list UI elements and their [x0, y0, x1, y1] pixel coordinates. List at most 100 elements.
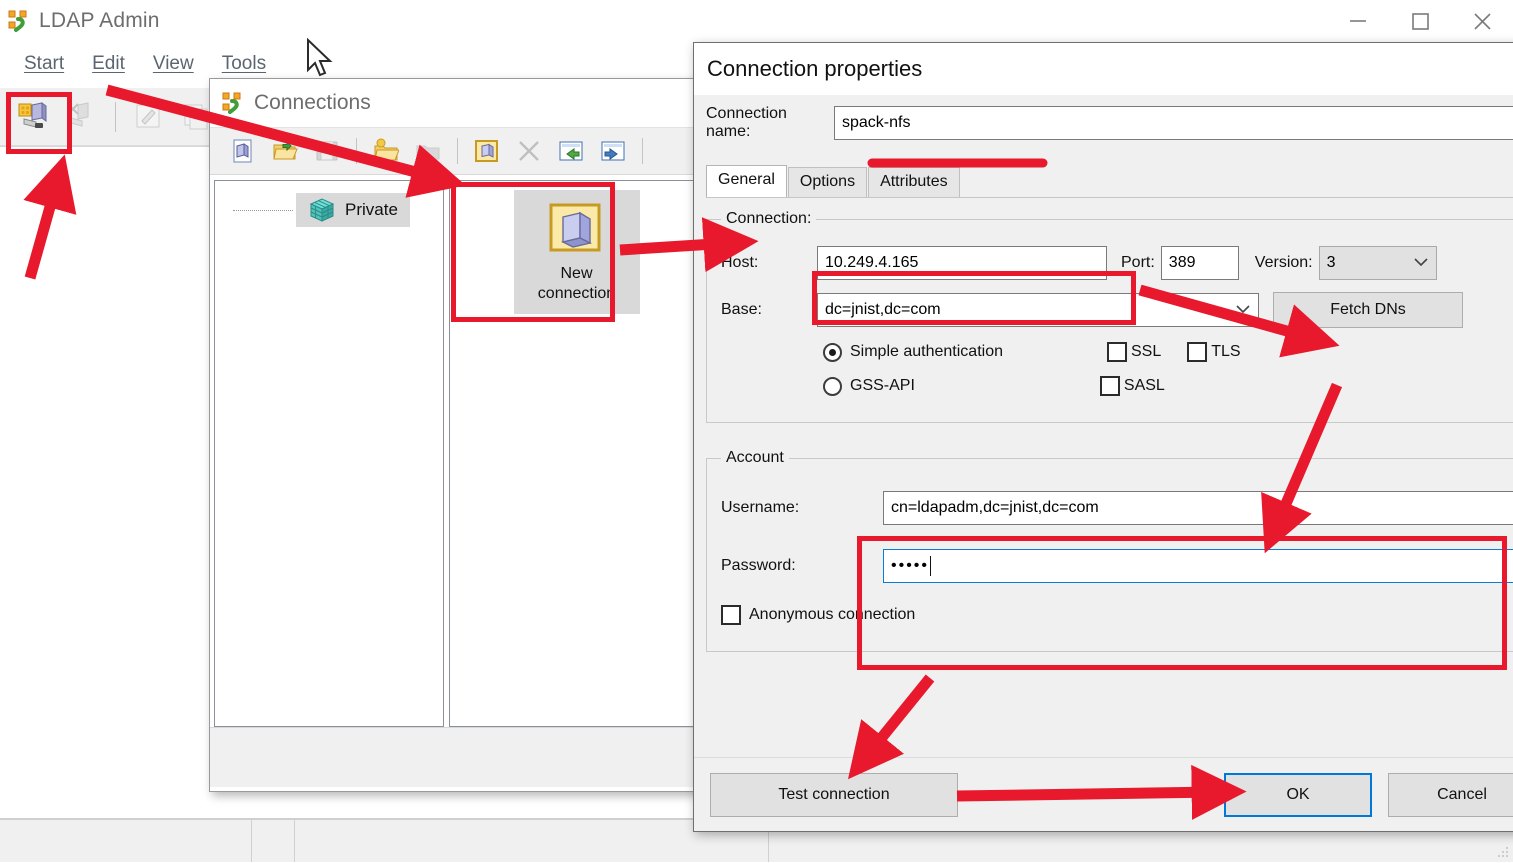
menu-item-view[interactable]: View	[139, 50, 208, 78]
checkbox-ssl-label: SSL	[1130, 343, 1162, 360]
main-titlebar: LDAP Admin	[0, 0, 1513, 42]
version-select-value: 3	[1326, 254, 1336, 271]
port-input[interactable]: 389	[1160, 246, 1239, 280]
list-item-label-line2: connection	[537, 285, 616, 302]
dialog-button-bar: Test connection OK Cancel	[694, 757, 1513, 831]
arrow-left-icon[interactable]	[550, 131, 592, 171]
new-document-icon[interactable]	[222, 131, 264, 171]
checkbox-tls-label: TLS	[1211, 343, 1241, 360]
disconnect-button	[58, 94, 106, 140]
list-item-new-connection[interactable]: New connection	[513, 190, 640, 314]
status-panel-1	[0, 820, 252, 862]
connections-list: New connection	[449, 180, 704, 727]
password-input[interactable]: •••••	[883, 549, 1513, 583]
connection-name-label: Connection name:	[706, 105, 787, 140]
list-item-label-line1: New	[560, 265, 593, 282]
checkbox-tls[interactable]	[1187, 342, 1208, 362]
tab-attributes[interactable]: Attributes	[868, 167, 960, 197]
password-label: Password:	[721, 557, 796, 574]
open-folder-icon[interactable]	[264, 131, 306, 171]
host-input[interactable]: 10.249.4.165	[817, 246, 1107, 280]
radio-gss-api-label: GSS-API	[850, 377, 915, 394]
connections-toolbar-separator-2	[457, 138, 458, 164]
radio-simple-authentication-label: Simple authentication	[850, 343, 1003, 360]
resize-grip-icon[interactable]	[1496, 845, 1510, 859]
fetch-dns-button[interactable]: Fetch DNs	[1273, 292, 1463, 328]
save-disk-icon	[306, 131, 348, 171]
connection-group-legend: Connection:	[726, 210, 812, 227]
list-item-new-connection-label: New connection	[538, 264, 615, 304]
account-group: Account Username: cn=ldapadm,dc=jnist,dc…	[706, 449, 1513, 652]
checkbox-sasl-label: SASL	[1123, 377, 1165, 394]
menu-item-tools-label: Tools	[221, 53, 267, 74]
username-label: Username:	[721, 499, 800, 516]
main-window-title: LDAP Admin	[39, 9, 160, 32]
new-folder-icon[interactable]	[365, 131, 407, 171]
dialog-title: Connection properties	[707, 56, 923, 81]
test-connection-button[interactable]: Test connection	[710, 772, 958, 817]
base-label: Base:	[721, 301, 762, 318]
remove-x-icon	[508, 131, 550, 171]
username-row: Username: cn=ldapadm,dc=jnist,dc=com	[721, 491, 1513, 525]
ok-button[interactable]: OK	[1224, 772, 1372, 817]
connections-window-title: Connections	[254, 91, 371, 114]
arrow-right-icon[interactable]	[592, 131, 634, 171]
tree-node-private[interactable]: Private	[233, 193, 443, 227]
chevron-down-icon	[1413, 254, 1429, 272]
connect-button[interactable]	[10, 94, 58, 140]
checkbox-sasl[interactable]	[1099, 376, 1120, 396]
window-controls	[1327, 0, 1513, 42]
menu-item-edit[interactable]: Edit	[78, 50, 139, 78]
dialog-tabs: General Options Attributes	[694, 163, 1513, 197]
close-button[interactable]	[1451, 0, 1513, 42]
auth-simple-row: Simple authentication SSL TLS	[823, 342, 1513, 362]
minimize-button[interactable]	[1327, 0, 1389, 42]
auth-gssapi-row: GSS-API SASL	[823, 376, 1513, 396]
checkbox-anonymous-connection-label: Anonymous connection	[749, 606, 916, 623]
tree-item-private[interactable]: Private	[296, 193, 410, 227]
tab-options[interactable]: Options	[787, 167, 868, 197]
connections-titlebar: Connections	[210, 79, 708, 127]
checkbox-ssl[interactable]	[1106, 342, 1127, 362]
version-label: Version:	[1254, 254, 1313, 271]
connection-name-input[interactable]: spack-nfs	[834, 106, 1513, 140]
radio-gss-api[interactable]	[823, 376, 842, 396]
password-row: Password: •••••	[721, 549, 1513, 583]
radio-simple-authentication[interactable]	[823, 342, 842, 362]
version-select[interactable]: 3	[1318, 246, 1437, 280]
base-select[interactable]: dc=jnist,dc=com	[817, 293, 1259, 327]
connections-toolbar-separator	[356, 138, 357, 164]
menu-item-start[interactable]: Start	[10, 50, 78, 78]
port-label: Port:	[1121, 254, 1155, 271]
host-label: Host:	[721, 254, 759, 271]
tree-connector-line	[233, 209, 293, 211]
menu-item-view-label: View	[152, 53, 194, 74]
menu-item-edit-label: Edit	[92, 53, 125, 74]
tab-general[interactable]: General	[706, 165, 787, 197]
password-input-value: •••••	[891, 557, 930, 574]
connection-group: Connection: Host: 10.249.4.165 Port: 389…	[706, 210, 1513, 423]
status-panel-2	[252, 820, 295, 862]
base-row: Base: dc=jnist,dc=com Fetch DNs	[721, 292, 1513, 328]
menu-item-tools[interactable]: Tools	[208, 50, 280, 78]
toolbar-separator	[115, 101, 116, 132]
connection-properties-dialog: Connection properties Connection name: s…	[693, 42, 1513, 832]
username-input[interactable]: cn=ldapadm,dc=jnist,dc=com	[883, 491, 1513, 525]
delete-folder-icon	[407, 131, 449, 171]
connections-icon	[222, 92, 244, 114]
base-select-value: dc=jnist,dc=com	[825, 301, 941, 318]
ldap-admin-icon	[8, 10, 30, 32]
close-icon[interactable]	[1502, 49, 1513, 89]
connections-body: Private New connection	[210, 175, 708, 727]
connections-toolbar	[210, 127, 708, 175]
anonymous-row: Anonymous connection	[721, 605, 1513, 625]
new-connection-icon[interactable]	[466, 131, 508, 171]
menu-item-start-label: Start	[24, 53, 65, 74]
cancel-button[interactable]: Cancel	[1388, 772, 1513, 817]
checkbox-anonymous-connection[interactable]	[721, 605, 741, 625]
new-connection-large-icon	[546, 200, 608, 258]
connection-name-row: Connection name: spack-nfs	[694, 95, 1513, 141]
connections-toolbar-separator-3	[642, 138, 643, 164]
maximize-button[interactable]	[1389, 0, 1451, 42]
host-row: Host: 10.249.4.165 Port: 389 Version: 3	[721, 246, 1513, 280]
